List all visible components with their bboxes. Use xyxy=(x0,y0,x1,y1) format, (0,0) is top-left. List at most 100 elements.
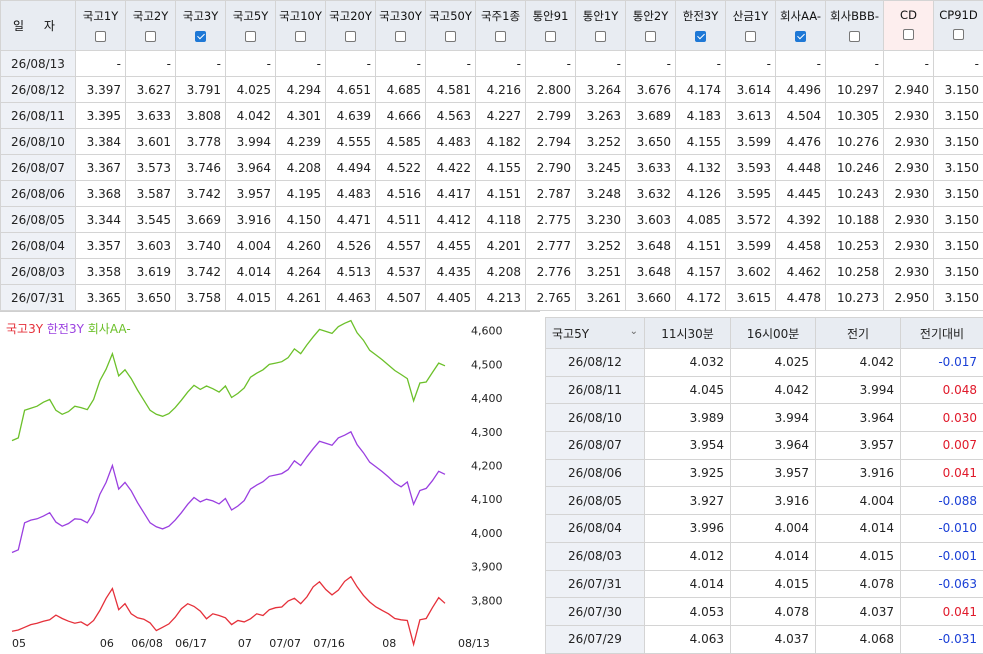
column-checkbox[interactable] xyxy=(445,31,456,42)
column-checkbox[interactable] xyxy=(95,31,106,42)
rate-cell: 4.478 xyxy=(776,285,826,311)
chevron-down-icon: ⌄ xyxy=(630,326,638,337)
rate-cell: 4.014 xyxy=(226,259,276,285)
y-tick-label: 3,800 xyxy=(471,594,503,607)
column-header: 국고2Y xyxy=(126,1,176,51)
column-label: 국고10Y xyxy=(279,9,322,23)
column-checkbox[interactable] xyxy=(595,31,606,42)
table-row[interactable]: 26/07/314.0144.0154.078-0.063 xyxy=(546,570,983,598)
rate-cell: 2.777 xyxy=(526,233,576,259)
value-prev: 4.037 xyxy=(816,598,901,626)
rate-cell: - xyxy=(476,51,526,77)
rate-cell: 3.150 xyxy=(934,259,983,285)
table-row[interactable]: 26/08/053.3443.5453.6693.9164.1504.4714.… xyxy=(1,207,983,233)
table-row[interactable]: 26/08/113.3953.6333.8084.0424.3014.6394.… xyxy=(1,103,983,129)
table-row[interactable]: 26/08/103.9893.9943.9640.030 xyxy=(546,404,983,432)
table-row[interactable]: 26/08/043.9964.0044.014-0.010 xyxy=(546,515,983,543)
rate-cell: 4.496 xyxy=(776,77,826,103)
column-label: 한전3Y xyxy=(683,9,719,23)
column-label: CD xyxy=(900,8,917,22)
column-checkbox[interactable] xyxy=(645,31,656,42)
rate-cell: 4.581 xyxy=(426,77,476,103)
table-row[interactable]: 26/08/13------------------ xyxy=(1,51,983,77)
column-checkbox[interactable] xyxy=(953,29,964,40)
table-row[interactable]: 26/08/103.3843.6013.7783.9944.2394.5554.… xyxy=(1,129,983,155)
table-row[interactable]: 26/08/063.9253.9573.9160.041 xyxy=(546,459,983,487)
column-header: 통안2Y xyxy=(626,1,676,51)
y-tick-label: 4,200 xyxy=(471,460,503,473)
rate-cell: 2.930 xyxy=(884,259,934,285)
table-row[interactable]: 26/07/304.0534.0784.0370.041 xyxy=(546,598,983,626)
rate-cell: 4.455 xyxy=(426,233,476,259)
table-row[interactable]: 26/07/313.3653.6503.7584.0154.2614.4634.… xyxy=(1,285,983,311)
column-header: 산금1Y xyxy=(726,1,776,51)
value-1130: 4.063 xyxy=(645,625,731,653)
table-row[interactable]: 26/07/294.0634.0374.068-0.031 xyxy=(546,625,983,653)
column-header: CD xyxy=(884,1,934,51)
column-checkbox[interactable] xyxy=(545,31,556,42)
table-row[interactable]: 26/08/073.3673.5733.7463.9644.2084.4944.… xyxy=(1,155,983,181)
table-row[interactable]: 26/08/123.3973.6273.7914.0254.2944.6514.… xyxy=(1,77,983,103)
rate-cell: 4.651 xyxy=(326,77,376,103)
table-row[interactable]: 26/08/073.9543.9643.9570.007 xyxy=(546,432,983,460)
row-date: 26/08/06 xyxy=(1,181,76,207)
column-checkbox[interactable] xyxy=(395,31,406,42)
table-row[interactable]: 26/08/033.3583.6193.7424.0144.2644.5134.… xyxy=(1,259,983,285)
rate-cell: 3.252 xyxy=(576,129,626,155)
rate-cell: 4.462 xyxy=(776,259,826,285)
table-row[interactable]: 26/08/124.0324.0254.042-0.017 xyxy=(546,349,983,377)
row-date: 26/07/31 xyxy=(1,285,76,311)
rate-cell: 4.208 xyxy=(476,259,526,285)
rate-cell: 3.150 xyxy=(934,129,983,155)
y-tick-label: 4,400 xyxy=(471,392,503,405)
column-checkbox[interactable] xyxy=(295,31,306,42)
table-row[interactable]: 26/08/053.9273.9164.004-0.088 xyxy=(546,487,983,515)
rate-cell: - xyxy=(376,51,426,77)
table-row[interactable]: 26/08/114.0454.0423.9940.048 xyxy=(546,376,983,404)
column-checkbox[interactable] xyxy=(495,31,506,42)
y-tick-label: 4,500 xyxy=(471,358,503,371)
column-checkbox[interactable] xyxy=(345,31,356,42)
row-date: 26/08/13 xyxy=(1,51,76,77)
rate-cell: 3.344 xyxy=(76,207,126,233)
rate-cell: - xyxy=(526,51,576,77)
rate-cell: 4.483 xyxy=(326,181,376,207)
column-checkbox[interactable] xyxy=(695,31,706,42)
column-checkbox[interactable] xyxy=(145,31,156,42)
rate-cell: 4.150 xyxy=(276,207,326,233)
column-label: 국고3Y xyxy=(183,9,219,23)
value-1130: 4.045 xyxy=(645,376,731,404)
rate-cell: 3.150 xyxy=(934,181,983,207)
rate-cell: 3.397 xyxy=(76,77,126,103)
series-line-한전3Y xyxy=(12,432,445,553)
yield-chart[interactable]: 4,6004,5004,4004,3004,2004,1004,0003,900… xyxy=(0,311,540,654)
rate-cell: 3.593 xyxy=(726,155,776,181)
column-checkbox[interactable] xyxy=(795,31,806,42)
rate-cell: 2.776 xyxy=(526,259,576,285)
value-prev: 3.957 xyxy=(816,432,901,460)
rate-cell: 3.742 xyxy=(176,259,226,285)
column-checkbox[interactable] xyxy=(245,31,256,42)
y-tick-label: 3,900 xyxy=(471,561,503,574)
column-checkbox[interactable] xyxy=(195,31,206,42)
column-header: 국고1Y xyxy=(76,1,126,51)
rate-cell: 3.791 xyxy=(176,77,226,103)
column-header: 국고30Y xyxy=(376,1,426,51)
rate-cell: 4.264 xyxy=(276,259,326,285)
table-row[interactable]: 26/08/034.0124.0144.015-0.001 xyxy=(546,542,983,570)
x-tick-label: 06 xyxy=(100,637,114,650)
rate-cell: - xyxy=(126,51,176,77)
bond-select[interactable]: 국고5Y ⌄ xyxy=(546,318,645,349)
row-date: 26/08/11 xyxy=(546,376,645,404)
rate-cell: 3.758 xyxy=(176,285,226,311)
column-header: 통안1Y xyxy=(576,1,626,51)
column-checkbox[interactable] xyxy=(745,31,756,42)
table-row[interactable]: 26/08/063.3683.5873.7423.9574.1954.4834.… xyxy=(1,181,983,207)
rate-cell: 3.251 xyxy=(576,259,626,285)
rate-cell: - xyxy=(276,51,326,77)
column-checkbox[interactable] xyxy=(903,29,914,40)
table-row[interactable]: 26/08/043.3573.6033.7404.0044.2604.5264.… xyxy=(1,233,983,259)
rate-cell: - xyxy=(776,51,826,77)
column-checkbox[interactable] xyxy=(849,31,860,42)
rate-cell: 3.150 xyxy=(934,155,983,181)
